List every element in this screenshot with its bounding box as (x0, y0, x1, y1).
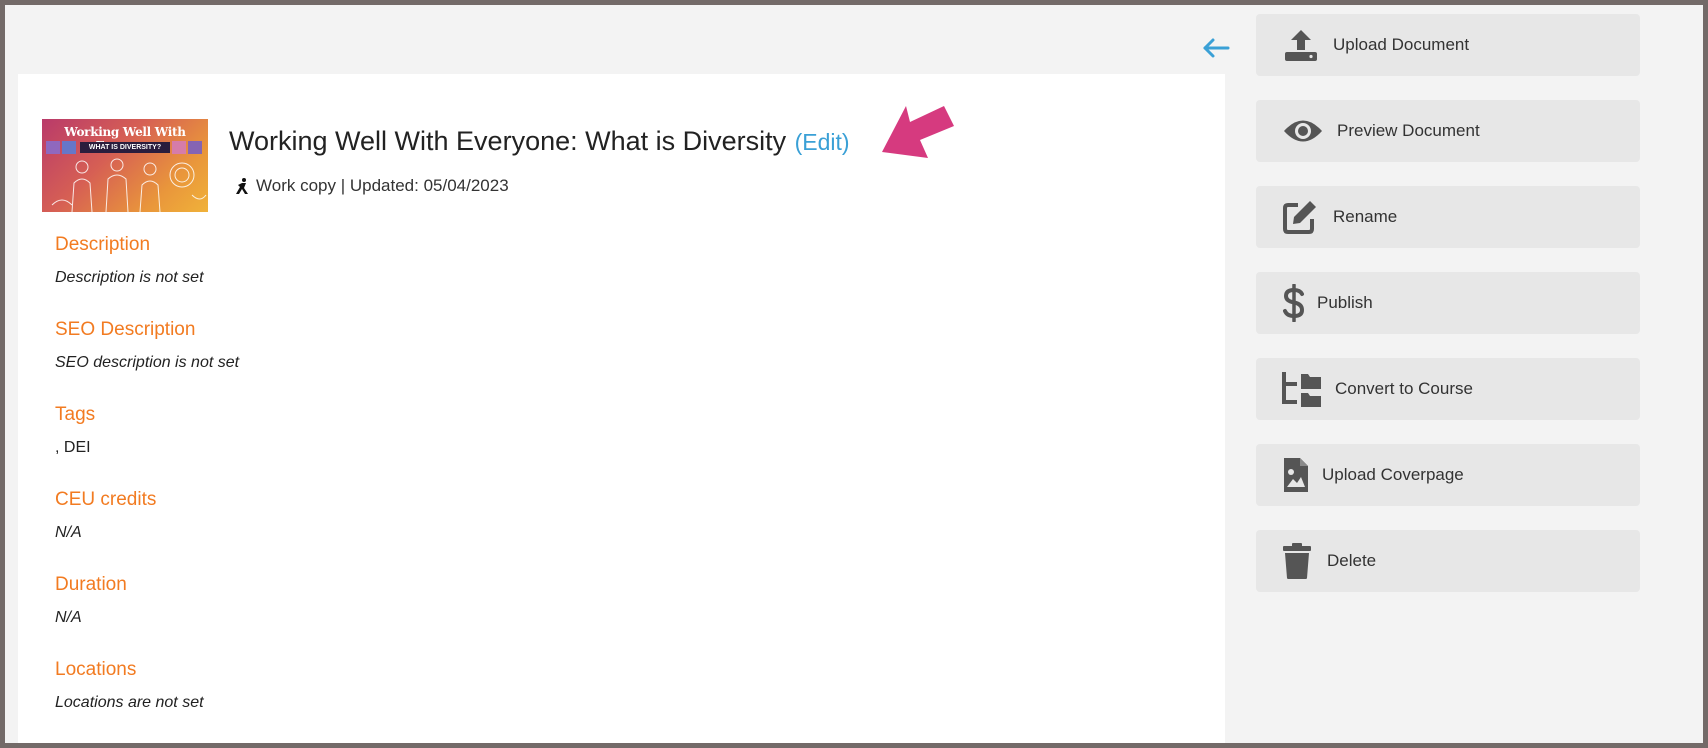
document-status: Work copy | Updated: 05/04/2023 (256, 176, 509, 195)
thumbnail-subtitle: WHAT IS DIVERSITY? (80, 142, 170, 153)
seo-description-value: SEO description is not set (55, 354, 240, 371)
upload-document-label: Upload Document (1333, 35, 1470, 54)
edit-title-link[interactable]: (Edit) (795, 129, 850, 155)
document-thumbnail[interactable]: Working Well With Everyone WHAT IS DIVER… (42, 119, 208, 212)
document-title: Working Well With Everyone: What is Dive… (229, 126, 787, 156)
ceu-credits-label: CEU credits (55, 489, 157, 510)
tags-value: , DEI (55, 439, 91, 456)
convert-to-course-label: Convert to Course (1335, 379, 1473, 398)
document-details-card: Working Well With Everyone WHAT IS DIVER… (18, 74, 1225, 743)
delete-label: Delete (1327, 551, 1377, 570)
duration-label: Duration (55, 574, 127, 595)
tags-label: Tags (55, 404, 96, 425)
upload-coverpage-label: Upload Coverpage (1322, 465, 1464, 484)
folder-tree-icon (1282, 372, 1321, 407)
rename-button[interactable]: Rename (1256, 186, 1640, 248)
rename-label: Rename (1333, 207, 1398, 226)
description-label: Description (55, 234, 151, 255)
locations-value: Locations are not set (55, 694, 204, 711)
edit-icon (1283, 201, 1316, 234)
upload-icon (1285, 30, 1317, 61)
convert-to-course-button[interactable]: Convert to Course (1256, 358, 1640, 420)
preview-document-button[interactable]: Preview Document (1256, 100, 1640, 162)
trash-icon (1283, 543, 1311, 579)
delete-button[interactable]: Delete (1256, 530, 1640, 592)
upload-document-button[interactable]: Upload Document (1256, 14, 1640, 76)
seo-description-label: SEO Description (55, 319, 196, 340)
locations-label: Locations (55, 659, 137, 680)
people-illustration-icon (51, 158, 207, 212)
annotation-arrow-icon (882, 106, 954, 158)
document-title-row: Working Well With Everyone: What is Dive… (229, 126, 850, 160)
dollar-icon (1283, 284, 1305, 322)
publish-button[interactable]: Publish (1256, 272, 1640, 334)
image-file-icon (1284, 458, 1308, 492)
publish-label: Publish (1317, 293, 1373, 312)
duration-value: N/A (55, 609, 82, 626)
app-frame: Working Well With Everyone WHAT IS DIVER… (5, 5, 1703, 743)
eye-icon (1284, 120, 1322, 142)
preview-document-label: Preview Document (1337, 121, 1480, 140)
upload-coverpage-button[interactable]: Upload Coverpage (1256, 444, 1640, 506)
document-meta: Work copy | Updated: 05/04/2023 (234, 176, 509, 196)
back-arrow-icon[interactable] (1200, 32, 1232, 64)
description-value: Description is not set (55, 269, 204, 286)
ceu-credits-value: N/A (55, 524, 82, 541)
work-copy-icon (236, 178, 248, 194)
